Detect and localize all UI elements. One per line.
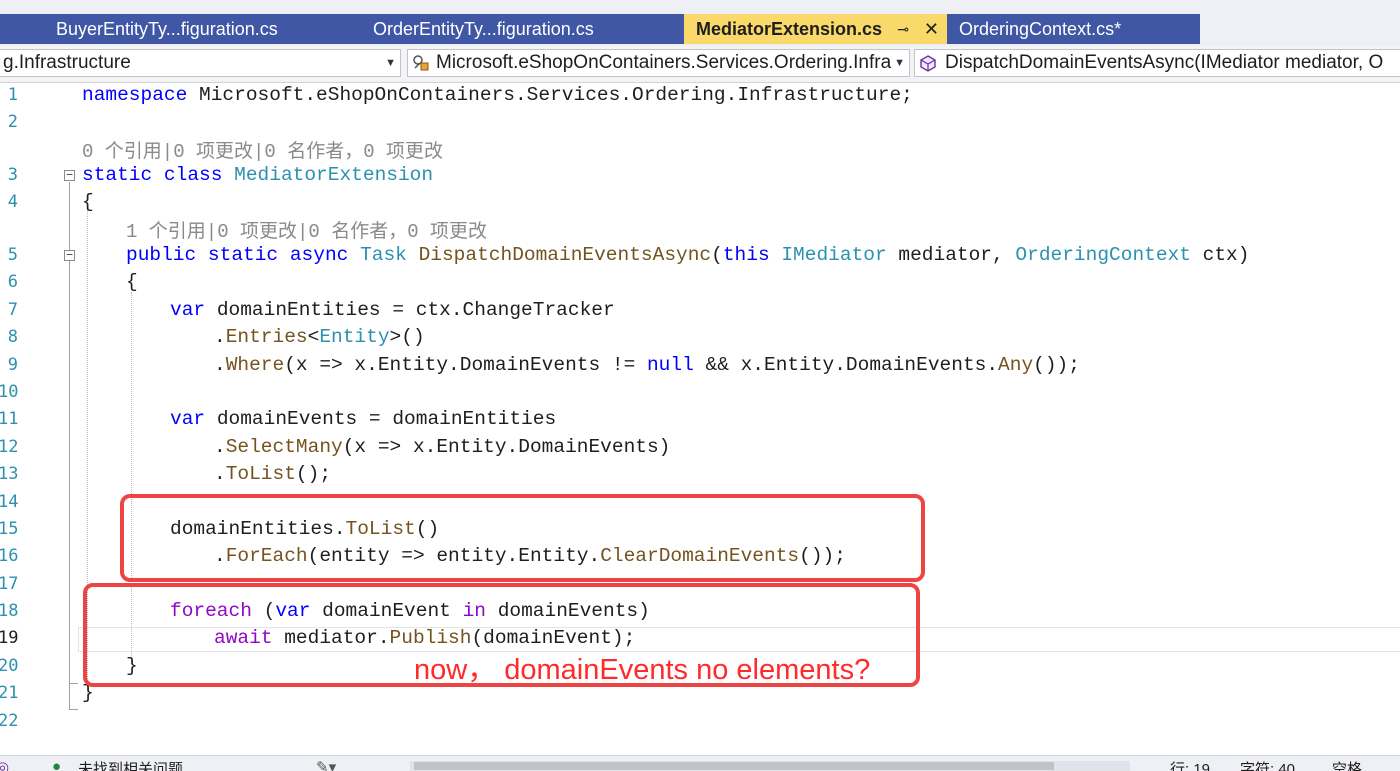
codelens-text[interactable]: 1 个引用|0 项更改|0 名作者，0 项更改 [126,216,487,243]
check-circle-icon: ● [52,758,62,771]
line-number: 6 [7,272,18,292]
navigation-bar: g.Infrastructure ▼ Microsoft.eShopOnCont… [0,46,1400,83]
git-icon[interactable]: ◎ [0,758,9,771]
line-number: 2 [7,112,18,132]
code-line-3: 3 static class MediatorExtension [0,163,1400,190]
close-icon[interactable]: ✕ [924,14,939,44]
code-line-9: 9 .Where(x => x.Entity.DomainEvents != n… [0,353,1400,380]
line-number: 10 [0,382,19,402]
code-text: var domainEvents = domainEntities [170,408,557,430]
code-line-4: 4 { [0,190,1400,217]
code-line-7: 7 var domainEntities = ctx.ChangeTracker [0,298,1400,325]
codelens-class[interactable]: 0 个引用|0 项更改|0 名作者，0 项更改 [0,135,1400,163]
code-text: .SelectMany(x => x.Entity.DomainEvents) [214,436,671,458]
code-text: var domainEntities = ctx.ChangeTracker [170,299,615,321]
line-number: 15 [0,519,19,539]
code-text: static class MediatorExtension [82,164,434,186]
whitespace-indicator[interactable]: 空格 [1332,758,1362,771]
line-number: 1 [7,85,18,105]
line-number: 3 [7,165,18,185]
code-editor[interactable]: − − 1 namespace Microsoft.eShopOnContain… [0,83,1400,755]
status-bar: ◎ ● 未找到相关问题 ✎▾ 行: 19 字符: 40 空格 [0,755,1400,771]
char-indicator[interactable]: 字符: 40 [1240,758,1295,771]
code-line-13: 13 .ToList(); [0,462,1400,489]
tab-label: BuyerEntityTy...figuration.cs [56,19,278,39]
project-dropdown[interactable]: g.Infrastructure ▼ [0,49,401,77]
tab-mediator-extension[interactable]: MediatorExtension.cs ⊸ ✕ [684,14,947,44]
member-dropdown[interactable]: DispatchDomainEventsAsync(IMediator medi… [914,49,1400,77]
annotation-note: now， domainEvents no elements? [414,654,871,686]
code-line-1: 1 namespace Microsoft.eShopOnContainers.… [0,83,1400,110]
method-icon [920,55,936,72]
chevron-down-icon: ▼ [385,57,396,69]
code-text: public static async Task DispatchDomainE… [126,244,1250,266]
code-line-6: 6 { [0,270,1400,297]
line-number: 12 [0,437,19,457]
code-line-10: 10 [0,380,1400,407]
line-number: 19 [0,628,19,648]
line-number: 14 [0,492,19,512]
pin-icon[interactable]: ⊸ [897,14,909,44]
project-dropdown-value: g.Infrastructure [3,52,131,73]
line-number: 7 [7,300,18,320]
codelens-text[interactable]: 0 个引用|0 项更改|0 名作者，0 项更改 [82,136,443,163]
tab-ordering-context[interactable]: OrderingContext.cs* [947,14,1200,44]
line-number: 8 [7,327,18,347]
document-tab-strip: BuyerEntityTy...figuration.cs OrderEntit… [0,0,1400,46]
line-number: 9 [7,355,18,375]
horizontal-scroll-thumb[interactable] [414,762,1054,770]
line-number: 5 [7,245,18,265]
code-text: { [126,271,138,293]
line-number: 16 [0,546,19,566]
member-dropdown-value: DispatchDomainEventsAsync(IMediator medi… [945,52,1384,73]
code-line-22: 22 [0,709,1400,736]
tab-label: OrderingContext.cs* [959,19,1122,39]
code-line-2: 2 [0,110,1400,137]
line-number: 22 [0,711,19,731]
annotation-box-clear-events [120,494,925,582]
code-line-12: 12 .SelectMany(x => x.Entity.DomainEvent… [0,435,1400,462]
code-text: namespace Microsoft.eShopOnContainers.Se… [82,84,913,106]
codelens-method[interactable]: 1 个引用|0 项更改|0 名作者，0 项更改 [0,215,1400,243]
type-dropdown-value: Microsoft.eShopOnContainers.Services.Ord… [436,52,892,73]
code-cleanup-icon[interactable]: ✎▾ [316,758,336,771]
tab-overflow-edge [0,14,44,44]
line-number: 18 [0,601,19,621]
code-line-8: 8 .Entries<Entity>() [0,325,1400,352]
code-text: { [82,191,94,213]
tab-label: MediatorExtension.cs [696,19,883,39]
type-dropdown[interactable]: Microsoft.eShopOnContainers.Services.Ord… [407,49,910,77]
code-text: .Where(x => x.Entity.DomainEvents != nul… [214,354,1080,376]
line-indicator[interactable]: 行: 19 [1170,758,1210,771]
line-number: 13 [0,464,19,484]
line-number: 4 [7,192,18,212]
tab-order-entity-configuration[interactable]: OrderEntityTy...figuration.cs [361,14,684,44]
issues-status[interactable]: 未找到相关问题 [78,758,183,771]
line-number: 21 [0,683,19,703]
code-line-5: 5 public static async Task DispatchDomai… [0,243,1400,270]
line-number: 20 [0,656,19,676]
line-number: 11 [0,409,19,429]
tab-buyer-entity-configuration[interactable]: BuyerEntityTy...figuration.cs [44,14,361,44]
tab-label: OrderEntityTy...figuration.cs [373,19,594,39]
code-line-11: 11 var domainEvents = domainEntities [0,407,1400,434]
code-text: .ToList(); [214,463,332,485]
chevron-down-icon: ▼ [891,50,905,76]
class-icon [413,55,429,71]
line-number: 17 [0,574,19,594]
code-text: .Entries<Entity>() [214,326,425,348]
